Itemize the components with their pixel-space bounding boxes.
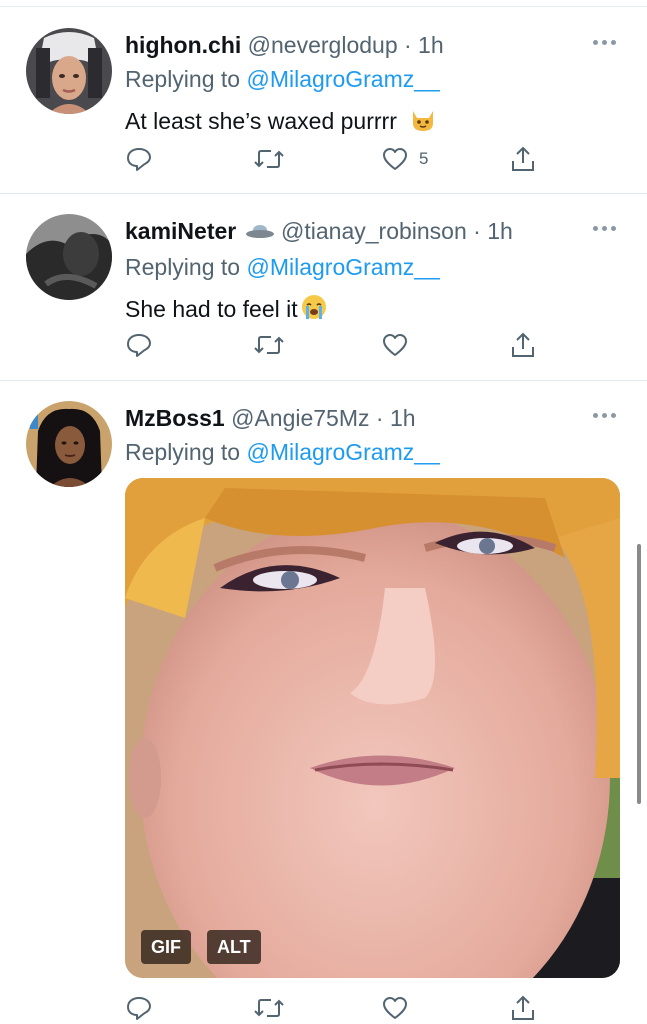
more-options-icon[interactable] xyxy=(593,224,617,232)
scrollbar[interactable] xyxy=(637,544,641,804)
reply-button[interactable] xyxy=(125,144,153,174)
replying-prefix: Replying to xyxy=(125,254,247,280)
tweet-2[interactable]: kamiNeter @tianay_robinson · 1h Replying… xyxy=(0,194,647,381)
avatar[interactable] xyxy=(26,401,112,487)
tweet-3[interactable]: MzBoss1 @Angie75Mz · 1h Replying to @Mil… xyxy=(0,381,647,1024)
tweet-header: MzBoss1 @Angie75Mz · 1h xyxy=(125,401,625,435)
retweet-button[interactable] xyxy=(253,144,285,174)
share-icon xyxy=(512,332,534,357)
reply-handle-link[interactable]: @MilagroGramz__ xyxy=(246,66,439,92)
display-name[interactable]: highon.chi xyxy=(125,32,241,58)
gif-media[interactable]: GIF ALT xyxy=(125,478,620,978)
flying-saucer-emoji xyxy=(245,216,275,250)
tweet-text-body: At least she’s waxed purrrr xyxy=(125,108,397,134)
reply-button[interactable] xyxy=(125,993,153,1023)
top-divider xyxy=(0,6,647,7)
cat-face-emoji xyxy=(409,105,437,142)
crying-face-emoji xyxy=(300,293,328,330)
share-icon xyxy=(512,995,534,1020)
replying-prefix: Replying to xyxy=(125,439,247,465)
share-icon xyxy=(512,146,534,171)
tweet-1[interactable]: highon.chi @neverglodup · 1h Replying to… xyxy=(0,8,647,194)
retweet-icon xyxy=(254,336,284,354)
tweet-header: kamiNeter @tianay_robinson · 1h xyxy=(125,214,625,250)
avatar[interactable] xyxy=(26,28,112,114)
timestamp[interactable]: · 1h xyxy=(404,32,444,58)
tweet-actions xyxy=(125,993,545,1023)
share-button[interactable] xyxy=(509,144,537,174)
display-name[interactable]: MzBoss1 xyxy=(125,405,225,431)
tweet-text: She had to feel it xyxy=(125,292,625,330)
gif-image xyxy=(125,478,620,978)
alt-badge[interactable]: ALT xyxy=(207,930,261,964)
tweet-actions xyxy=(125,330,545,360)
more-options-icon[interactable] xyxy=(593,38,617,46)
replying-to: Replying to @MilagroGramz__ xyxy=(125,250,625,284)
reply-icon xyxy=(127,148,151,171)
reply-button[interactable] xyxy=(125,330,153,360)
heart-icon xyxy=(383,148,407,170)
like-button[interactable]: 5 xyxy=(381,144,428,174)
user-handle[interactable]: @Angie75Mz xyxy=(231,405,369,431)
tweet-text: At least she’s waxed purrrr xyxy=(125,104,625,142)
retweet-icon xyxy=(254,150,284,168)
reply-icon xyxy=(127,997,151,1020)
like-button[interactable] xyxy=(381,993,409,1023)
timestamp[interactable]: · 1h xyxy=(473,218,513,244)
like-button[interactable] xyxy=(381,330,419,360)
tweet-content: kamiNeter @tianay_robinson · 1h Replying… xyxy=(125,214,625,330)
tweet-actions: 5 xyxy=(125,144,545,174)
heart-icon xyxy=(383,997,407,1019)
retweet-button[interactable] xyxy=(253,330,285,360)
replying-to: Replying to @MilagroGramz__ xyxy=(125,435,625,469)
share-button[interactable] xyxy=(509,993,537,1023)
tweet-text-body: She had to feel it xyxy=(125,296,298,322)
tweet-header: highon.chi @neverglodup · 1h xyxy=(125,28,625,62)
reply-handle-link[interactable]: @MilagroGramz__ xyxy=(246,254,439,280)
user-handle[interactable]: @tianay_robinson xyxy=(281,218,467,244)
replying-prefix: Replying to xyxy=(125,66,247,92)
retweet-icon xyxy=(254,999,284,1017)
tweet-content: MzBoss1 @Angie75Mz · 1h Replying to @Mil… xyxy=(125,401,625,469)
display-name[interactable]: kamiNeter xyxy=(125,218,236,244)
more-options-icon[interactable] xyxy=(593,411,617,419)
reply-handle-link[interactable]: @MilagroGramz__ xyxy=(246,439,439,465)
replying-to: Replying to @MilagroGramz__ xyxy=(125,62,625,96)
reply-icon xyxy=(127,334,151,357)
tweet-content: highon.chi @neverglodup · 1h Replying to… xyxy=(125,28,625,142)
user-handle[interactable]: @neverglodup xyxy=(248,32,398,58)
like-count: 5 xyxy=(419,149,429,168)
timestamp[interactable]: · 1h xyxy=(376,405,416,431)
heart-icon xyxy=(383,334,407,356)
gif-badge[interactable]: GIF xyxy=(141,930,191,964)
share-button[interactable] xyxy=(509,330,537,360)
avatar[interactable] xyxy=(26,214,112,300)
retweet-button[interactable] xyxy=(253,993,285,1023)
